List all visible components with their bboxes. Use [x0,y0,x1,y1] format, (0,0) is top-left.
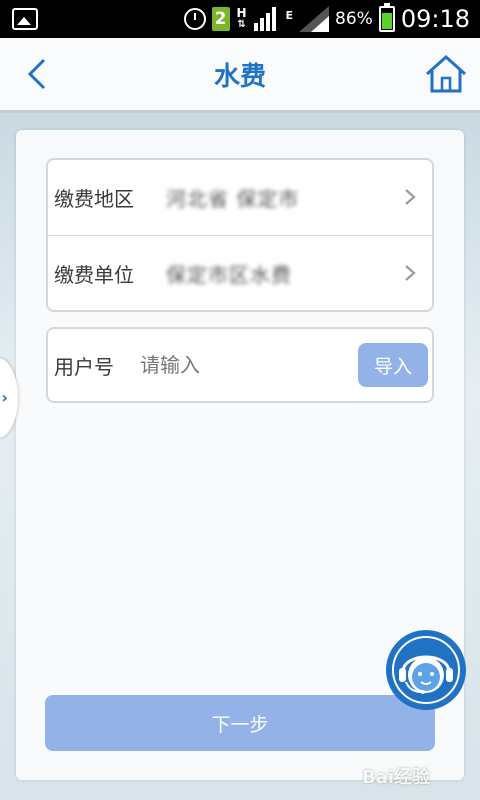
import-button[interactable]: 导入 [358,343,428,387]
support-avatar-icon [389,633,463,707]
battery-percent: 86% [335,9,373,29]
unit-value: 保定市区水费 [166,263,292,287]
status-bar: 2 H ⇅ E 86% 09:18 [0,0,480,38]
notification-count-badge: 2 [211,7,230,31]
chevron-right-icon [405,189,416,205]
picture-notification-icon [12,8,38,30]
next-step-button[interactable]: 下一步 [45,695,435,751]
unit-label: 缴费单位 [54,263,134,287]
alarm-icon [183,8,206,30]
app-header: 水费 [0,38,480,113]
battery-icon [378,3,395,32]
chevron-right-icon [405,265,416,281]
home-button[interactable] [424,54,468,94]
signal-strength-icon [253,7,280,31]
watermark: Bai经验 [362,767,431,788]
chevron-right-icon: › [1,388,8,407]
user-id-input[interactable] [138,352,342,378]
home-icon [425,54,467,93]
signal-secondary-icon [299,6,330,32]
network-type-icon: H ⇅ [236,6,247,30]
user-id-group: 用户号 导入 [46,327,434,403]
page-title: 水费 [213,61,266,92]
region-value: 河北省 保定市 [166,187,300,211]
status-time: 09:18 [400,5,470,33]
user-id-label: 用户号 [54,354,114,379]
network-e-label: E [285,9,294,22]
chevron-left-icon [27,58,46,90]
region-row[interactable]: 缴费地区 河北省 保定市 [48,160,432,235]
region-label: 缴费地区 [54,187,134,211]
back-button[interactable] [20,56,56,92]
customer-service-button[interactable] [386,630,466,710]
unit-row[interactable]: 缴费单位 保定市区水费 [48,235,432,311]
payment-info-group: 缴费地区 河北省 保定市 缴费单位 保定市区水费 [46,158,434,312]
